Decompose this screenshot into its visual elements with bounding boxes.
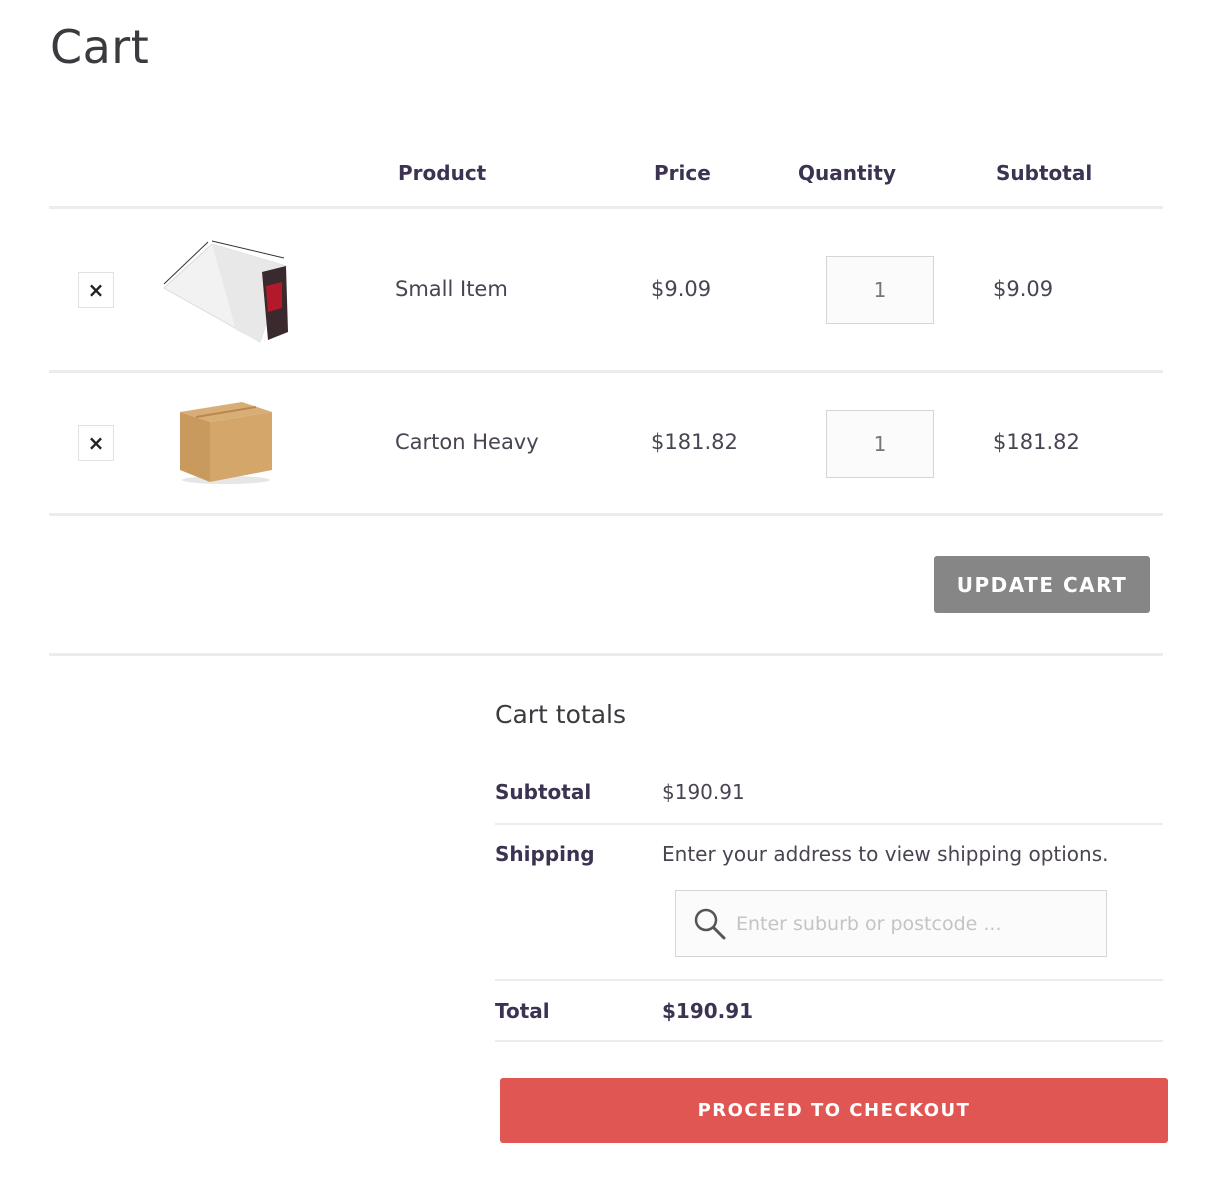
cart-totals-title: Cart totals xyxy=(495,700,626,729)
shipping-label: Shipping xyxy=(495,842,595,866)
satchel-bag-icon[interactable] xyxy=(158,236,290,348)
quantity-input[interactable] xyxy=(826,256,934,324)
quantity-column-header: Quantity xyxy=(798,161,896,185)
quantity-input[interactable] xyxy=(826,410,934,478)
section-divider xyxy=(49,653,1163,656)
totals-divider xyxy=(495,979,1163,981)
postcode-search-field[interactable] xyxy=(675,890,1107,957)
row-divider xyxy=(49,513,1163,516)
row-divider xyxy=(49,370,1163,373)
page-title: Cart xyxy=(50,20,150,74)
subtotal-value: $190.91 xyxy=(662,780,745,804)
row-subtotal: $181.82 xyxy=(993,430,1080,454)
search-icon xyxy=(692,906,728,946)
subtotal-column-header: Subtotal xyxy=(996,161,1093,185)
product-column-header: Product xyxy=(398,161,487,185)
product-name[interactable]: Small Item xyxy=(395,277,508,301)
postcode-search-input[interactable] xyxy=(734,905,1098,943)
totals-divider xyxy=(495,1040,1163,1042)
update-cart-button[interactable]: UPDATE CART xyxy=(934,556,1150,613)
shipping-text: Enter your address to view shipping opti… xyxy=(662,842,1109,866)
row-subtotal: $9.09 xyxy=(993,277,1054,301)
product-name[interactable]: Carton Heavy xyxy=(395,430,539,454)
proceed-to-checkout-button[interactable]: PROCEED TO CHECKOUT xyxy=(500,1078,1168,1143)
remove-item-button[interactable]: × xyxy=(78,425,114,461)
total-label: Total xyxy=(495,999,550,1023)
header-divider xyxy=(49,206,1163,209)
subtotal-label: Subtotal xyxy=(495,780,592,804)
remove-item-button[interactable]: × xyxy=(78,272,114,308)
price-column-header: Price xyxy=(654,161,711,185)
totals-divider xyxy=(495,823,1163,825)
total-value: $190.91 xyxy=(662,999,754,1023)
product-price: $9.09 xyxy=(651,277,712,301)
product-price: $181.82 xyxy=(651,430,738,454)
cardboard-box-icon[interactable] xyxy=(176,398,276,490)
